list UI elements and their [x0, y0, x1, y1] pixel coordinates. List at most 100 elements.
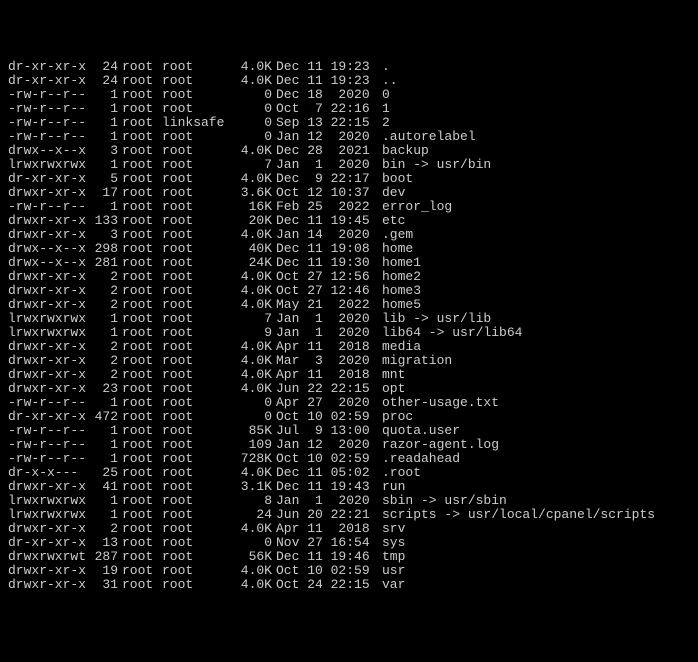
- filename: mnt: [378, 367, 405, 382]
- filename: tmp: [378, 549, 405, 564]
- filename: srv: [378, 521, 405, 536]
- filename: media: [378, 339, 421, 354]
- permissions: drwxr-xr-x: [8, 214, 88, 228]
- link-count: 1: [88, 102, 118, 116]
- link-count: 2: [88, 298, 118, 312]
- date: Dec 11 19:45: [272, 214, 378, 228]
- owner: root: [118, 522, 162, 536]
- list-item: -rw-r--r--1rootlinksafe0Sep 13 22:152: [8, 116, 690, 130]
- permissions: dr-xr-xr-x: [8, 410, 88, 424]
- group: root: [162, 284, 232, 298]
- list-item: -rw-r--r--1rootroot728KOct 10 02:59.read…: [8, 452, 690, 466]
- list-item: -rw-r--r--1rootroot109Jan 12 2020razor-a…: [8, 438, 690, 452]
- group: root: [162, 368, 232, 382]
- date: Jan 1 2020: [272, 158, 378, 172]
- link-count: 1: [88, 396, 118, 410]
- permissions: lrwxrwxrwx: [8, 312, 88, 326]
- date: Oct 10 02:59: [272, 410, 378, 424]
- date: Jul 9 13:00: [272, 424, 378, 438]
- owner: root: [118, 438, 162, 452]
- group: root: [162, 130, 232, 144]
- size: 3.6K: [232, 186, 272, 200]
- list-item: drwxr-xr-x19rootroot4.0KOct 10 02:59usr: [8, 564, 690, 578]
- permissions: -rw-r--r--: [8, 88, 88, 102]
- filename: ..: [378, 73, 398, 88]
- date: Jun 20 22:21: [272, 508, 378, 522]
- size: 0: [232, 130, 272, 144]
- owner: root: [118, 354, 162, 368]
- group: root: [162, 396, 232, 410]
- group: root: [162, 480, 232, 494]
- size: 4.0K: [232, 144, 272, 158]
- owner: root: [118, 74, 162, 88]
- size: 4.0K: [232, 284, 272, 298]
- permissions: drwxr-xr-x: [8, 298, 88, 312]
- date: Jun 22 22:15: [272, 382, 378, 396]
- date: Oct 27 12:46: [272, 284, 378, 298]
- permissions: dr-xr-xr-x: [8, 536, 88, 550]
- filename: sbin -> usr/sbin: [378, 493, 507, 508]
- size: 0: [232, 116, 272, 130]
- group: root: [162, 578, 232, 592]
- date: May 21 2022: [272, 298, 378, 312]
- list-item: dr-x-x---25rootroot4.0KDec 11 05:02.root: [8, 466, 690, 480]
- size: 40K: [232, 242, 272, 256]
- owner: root: [118, 60, 162, 74]
- owner: root: [118, 144, 162, 158]
- owner: root: [118, 172, 162, 186]
- link-count: 1: [88, 116, 118, 130]
- size: 7: [232, 158, 272, 172]
- group: root: [162, 536, 232, 550]
- list-item: drwx--x--x281rootroot24KDec 11 19:30home…: [8, 256, 690, 270]
- link-count: 298: [88, 242, 118, 256]
- date: Jan 12 2020: [272, 130, 378, 144]
- date: Feb 25 2022: [272, 200, 378, 214]
- size: 20K: [232, 214, 272, 228]
- list-item: lrwxrwxrwx1rootroot8Jan 1 2020sbin -> us…: [8, 494, 690, 508]
- size: 4.0K: [232, 466, 272, 480]
- list-item: dr-xr-xr-x24rootroot4.0KDec 11 19:23.: [8, 60, 690, 74]
- group: root: [162, 74, 232, 88]
- list-item: drwxr-xr-x3rootroot4.0KJan 14 2020.gem: [8, 228, 690, 242]
- permissions: drwxr-xr-x: [8, 522, 88, 536]
- permissions: dr-xr-xr-x: [8, 172, 88, 186]
- filename: backup: [378, 143, 429, 158]
- filename: .autorelabel: [378, 129, 476, 144]
- group: root: [162, 270, 232, 284]
- permissions: -rw-r--r--: [8, 452, 88, 466]
- group: root: [162, 326, 232, 340]
- filename: lib64 -> usr/lib64: [378, 325, 522, 340]
- permissions: dr-x-x---: [8, 466, 88, 480]
- list-item: drwxr-xr-x2rootroot4.0KOct 27 12:56home2: [8, 270, 690, 284]
- link-count: 1: [88, 508, 118, 522]
- list-item: drwxr-xr-x2rootroot4.0KMay 21 2022home5: [8, 298, 690, 312]
- permissions: lrwxrwxrwx: [8, 494, 88, 508]
- link-count: 2: [88, 270, 118, 284]
- permissions: drwxr-xr-x: [8, 578, 88, 592]
- owner: root: [118, 508, 162, 522]
- group: root: [162, 242, 232, 256]
- group: root: [162, 424, 232, 438]
- permissions: drwx--x--x: [8, 242, 88, 256]
- group: root: [162, 564, 232, 578]
- list-item: drwxr-xr-x2rootroot4.0KApr 11 2018media: [8, 340, 690, 354]
- filename: dev: [378, 185, 405, 200]
- link-count: 2: [88, 522, 118, 536]
- owner: root: [118, 326, 162, 340]
- size: 0: [232, 396, 272, 410]
- size: 728K: [232, 452, 272, 466]
- group: root: [162, 494, 232, 508]
- group: root: [162, 88, 232, 102]
- owner: root: [118, 116, 162, 130]
- size: 4.0K: [232, 564, 272, 578]
- size: 4.0K: [232, 340, 272, 354]
- date: Apr 11 2018: [272, 340, 378, 354]
- link-count: 23: [88, 382, 118, 396]
- group: root: [162, 172, 232, 186]
- owner: root: [118, 312, 162, 326]
- group: root: [162, 298, 232, 312]
- filename: other-usage.txt: [378, 395, 499, 410]
- permissions: drwxr-xr-x: [8, 284, 88, 298]
- link-count: 5: [88, 172, 118, 186]
- date: Jan 1 2020: [272, 494, 378, 508]
